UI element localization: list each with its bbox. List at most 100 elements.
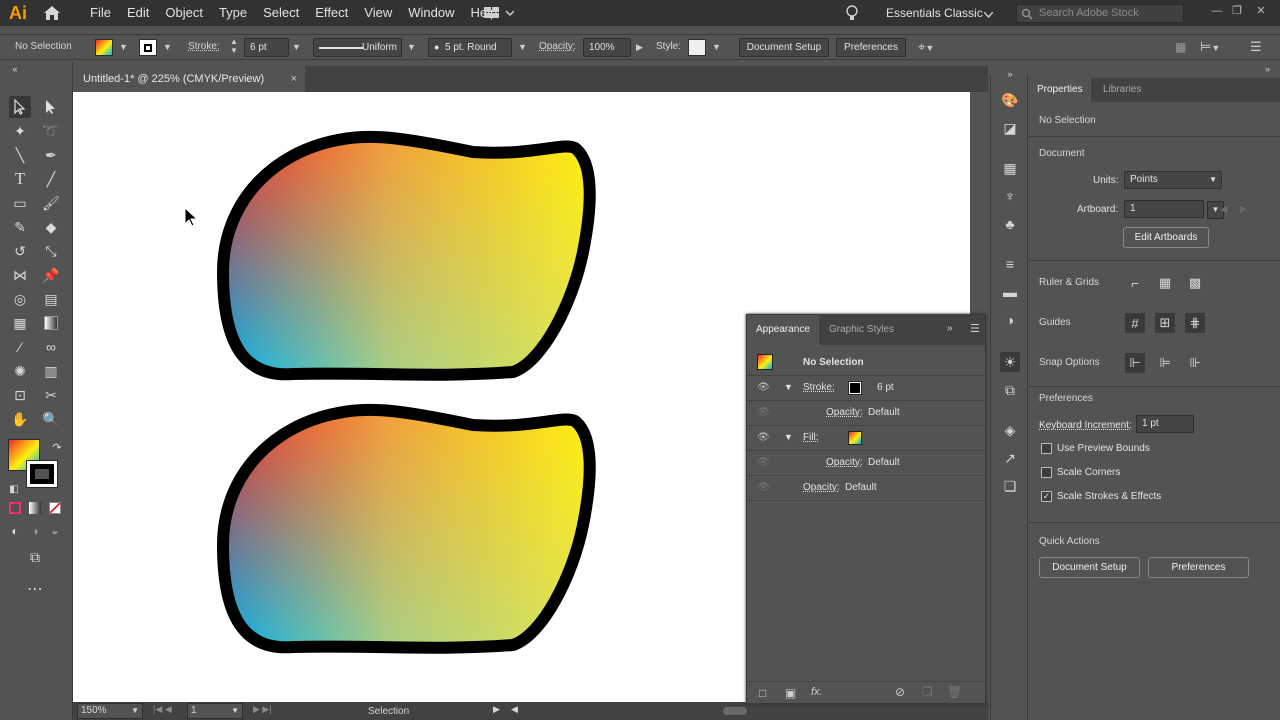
collapse-panel-icon[interactable]: » xyxy=(947,323,953,334)
line-segment-tool-icon[interactable]: ╱ xyxy=(40,168,62,190)
chevron-down-icon[interactable]: ▼ xyxy=(784,382,793,392)
panel-menu-icon[interactable]: ☰ xyxy=(1250,39,1262,55)
appearance-object-opacity-row[interactable]: 👁 Opacity: Default xyxy=(747,476,985,501)
gradient-tool-icon[interactable] xyxy=(40,312,62,334)
hand-tool-icon[interactable]: ✋ xyxy=(9,408,31,430)
status-menu-icon[interactable]: ▶ xyxy=(493,704,500,715)
column-graph-tool-icon[interactable]: ▥ xyxy=(40,360,62,382)
appearance-fill-row[interactable]: 👁 ▼ Fill: xyxy=(747,426,985,451)
eyedropper-tool-icon[interactable]: ⁄ xyxy=(9,336,31,358)
tab-libraries[interactable]: Libraries xyxy=(1095,78,1149,102)
chevron-down-icon[interactable]: ▼ xyxy=(518,42,527,52)
horizontal-scrollbar[interactable] xyxy=(723,707,747,715)
perspective-grid-tool-icon[interactable]: ▤ xyxy=(40,288,62,310)
mesh-tool-icon[interactable]: ▦ xyxy=(9,312,31,334)
scale-strokes-checkbox[interactable]: ✓ xyxy=(1041,491,1052,502)
document-tab[interactable]: Untitled-1* @ 225% (CMYK/Preview) × xyxy=(73,66,305,92)
symbols-icon[interactable]: ♣ xyxy=(1000,214,1020,234)
blob-shape-top[interactable] xyxy=(223,137,590,375)
chevron-down-icon[interactable]: ▼ xyxy=(119,42,128,52)
menu-window[interactable]: Window xyxy=(400,0,462,26)
search-stock-input[interactable]: Search Adobe Stock xyxy=(1016,4,1184,23)
lasso-tool-icon[interactable]: ➰ xyxy=(40,120,62,142)
artboard-navigation[interactable]: 1 ▼ xyxy=(187,703,243,719)
menu-view[interactable]: View xyxy=(356,0,400,26)
restore-icon[interactable]: ❐ xyxy=(1228,3,1246,19)
transform-icon[interactable]: ⌖▼ xyxy=(918,39,944,57)
draw-normal-icon[interactable]: ◐ xyxy=(4,520,26,542)
zoom-level[interactable]: 150% ▼ xyxy=(77,703,143,719)
first-artboard-icon[interactable]: |◀ ◀ xyxy=(153,704,172,715)
style-swatch[interactable] xyxy=(688,39,706,56)
arrange-documents-icon[interactable] xyxy=(484,6,515,20)
tab-properties[interactable]: Properties xyxy=(1029,78,1091,102)
fill-label[interactable]: Fill: xyxy=(803,432,819,443)
menu-type[interactable]: Type xyxy=(211,0,255,26)
shape-builder-tool-icon[interactable]: ◎ xyxy=(9,288,31,310)
type-tool-icon[interactable]: T xyxy=(9,168,31,190)
artboards-icon[interactable]: ❏ xyxy=(1000,476,1020,496)
appearance-stroke-opacity-row[interactable]: 👁 Opacity: Default xyxy=(747,401,985,426)
pen-tool-icon[interactable]: ✒ xyxy=(40,144,62,166)
eraser-tool-icon[interactable]: ◆ xyxy=(40,216,62,238)
blend-tool-icon[interactable]: ∞ xyxy=(40,336,62,358)
align-icon[interactable]: ▦ xyxy=(1175,40,1186,54)
close-icon[interactable]: × xyxy=(291,66,297,92)
snap-to-grid-icon[interactable]: ⊪ xyxy=(1185,353,1205,373)
appearance-fill-opacity-row[interactable]: 👁 Opacity: Default xyxy=(747,451,985,476)
scale-corners-checkbox[interactable] xyxy=(1041,467,1052,478)
next-artboard-icon[interactable]: ▶ ▶| xyxy=(253,704,272,715)
tab-graphic-styles[interactable]: Graphic Styles xyxy=(820,315,903,345)
blob-shape-bottom[interactable] xyxy=(223,410,590,648)
fill-swatch[interactable] xyxy=(95,39,113,56)
edit-toolbar-icon[interactable]: ⋯ xyxy=(24,578,46,600)
lock-guides-icon[interactable]: ⊞ xyxy=(1155,313,1175,333)
menu-effect[interactable]: Effect xyxy=(307,0,356,26)
stroke-label[interactable]: Stroke: xyxy=(188,41,220,52)
preferences-button[interactable]: Preferences xyxy=(1148,557,1249,578)
line-tool-icon[interactable]: ╲ xyxy=(9,144,31,166)
color-mode-icon[interactable] xyxy=(9,502,21,514)
symbol-sprayer-tool-icon[interactable]: ✺ xyxy=(9,360,31,382)
puppet-warp-tool-icon[interactable]: 📌 xyxy=(40,264,62,286)
opacity-label[interactable]: Opacity: xyxy=(539,41,576,52)
width-tool-icon[interactable]: ⋈ xyxy=(9,264,31,286)
delete-item-icon[interactable]: 🗑 xyxy=(947,685,962,699)
chevron-down-icon[interactable]: ▼ xyxy=(163,42,172,52)
selection-tool-icon[interactable] xyxy=(9,96,31,118)
variable-width-profile[interactable]: Uniform xyxy=(313,38,402,57)
scale-tool-icon[interactable]: ⤡ xyxy=(40,240,62,262)
stroke-panel-icon[interactable]: ≡ xyxy=(1000,254,1020,274)
draw-inside-icon[interactable]: ◒ xyxy=(44,520,66,542)
gradient-mode-icon[interactable] xyxy=(29,502,41,514)
chevron-down-icon[interactable]: ▼ xyxy=(712,42,721,52)
rotate-tool-icon[interactable]: ↺ xyxy=(9,240,31,262)
stepper-icon[interactable]: ▲ ▼ xyxy=(230,37,238,55)
next-artboard-icon[interactable]: ▶ xyxy=(1240,204,1247,215)
magic-wand-tool-icon[interactable]: ✦ xyxy=(9,120,31,142)
collapse-panels-icon[interactable]: » xyxy=(1000,64,1020,84)
shaper-tool-icon[interactable]: ✎ xyxy=(9,216,31,238)
opacity-label[interactable]: Opacity: xyxy=(826,457,863,468)
graphic-styles-icon[interactable]: ⧉ xyxy=(1000,380,1020,400)
layers-icon[interactable]: ◈ xyxy=(1000,420,1020,440)
fill-swatch[interactable] xyxy=(848,431,862,445)
clear-appearance-icon[interactable]: ⊘ xyxy=(895,685,905,699)
smart-guides-icon[interactable]: ⋕ xyxy=(1185,313,1205,333)
add-fill-icon[interactable]: ▣ xyxy=(785,686,796,700)
collapse-toolbar-icon[interactable]: « xyxy=(4,62,26,76)
stroke-swatch[interactable] xyxy=(848,381,862,395)
guides-icon[interactable]: # xyxy=(1125,313,1145,333)
appearance-panel-icon[interactable]: ☀ xyxy=(1000,352,1020,372)
menu-file[interactable]: File xyxy=(82,0,119,26)
chevron-down-icon[interactable]: ▼ xyxy=(407,42,416,52)
screen-mode-icon[interactable]: ⧉ xyxy=(24,546,46,568)
swatches-icon[interactable]: ▦ xyxy=(1000,158,1020,178)
arrange-icon[interactable]: ⊨▼ xyxy=(1200,39,1220,55)
eye-icon[interactable]: 👁 xyxy=(757,457,770,468)
artboard-tool-icon[interactable]: ⊡ xyxy=(9,384,31,406)
transparency-icon[interactable]: ◑ xyxy=(1000,310,1020,330)
document-setup-button[interactable]: Document Setup xyxy=(739,38,829,57)
preferences-button[interactable]: Preferences xyxy=(836,38,906,57)
document-setup-button[interactable]: Document Setup xyxy=(1039,557,1140,578)
